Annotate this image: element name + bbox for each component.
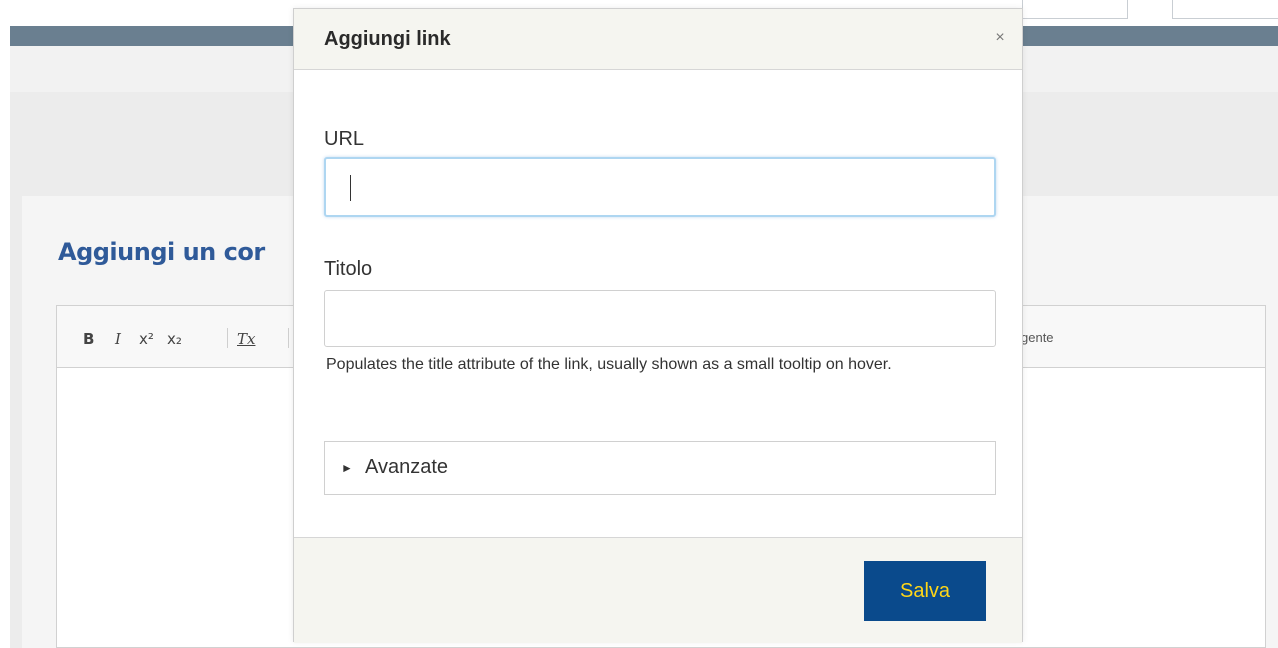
header-tab[interactable] <box>1022 0 1128 19</box>
url-input[interactable] <box>324 157 996 217</box>
title-label: Titolo <box>324 258 373 280</box>
superscript-button[interactable]: x² <box>139 330 154 348</box>
italic-button[interactable]: I <box>115 330 121 348</box>
url-label: URL <box>324 128 365 150</box>
title-input[interactable] <box>324 290 996 347</box>
triangle-right-icon: ► <box>341 461 353 475</box>
close-icon[interactable]: × <box>992 30 1008 46</box>
page-heading: Aggiungi un cor <box>58 238 265 266</box>
advanced-label: Avanzate <box>365 456 449 478</box>
title-help-text: Populates the title attribute of the lin… <box>326 356 892 373</box>
text-caret <box>350 175 351 201</box>
save-button[interactable]: Salva <box>864 561 986 621</box>
source-button-label[interactable]: gente <box>1021 330 1054 345</box>
subscript-button[interactable]: x₂ <box>167 330 182 348</box>
remove-format-button[interactable]: Tx <box>237 330 255 348</box>
advanced-toggle[interactable]: ► Avanzate <box>324 441 996 495</box>
toolbar-separator <box>288 328 289 348</box>
header-tab[interactable] <box>1172 0 1278 19</box>
dialog-footer: Salva <box>294 537 1022 643</box>
add-link-dialog: Aggiungi link × URL Titolo Populates the… <box>293 8 1023 643</box>
dialog-header: Aggiungi link × <box>294 9 1022 70</box>
toolbar-separator <box>227 328 228 348</box>
bold-button[interactable]: B <box>83 330 94 348</box>
dialog-title: Aggiungi link <box>324 28 451 50</box>
